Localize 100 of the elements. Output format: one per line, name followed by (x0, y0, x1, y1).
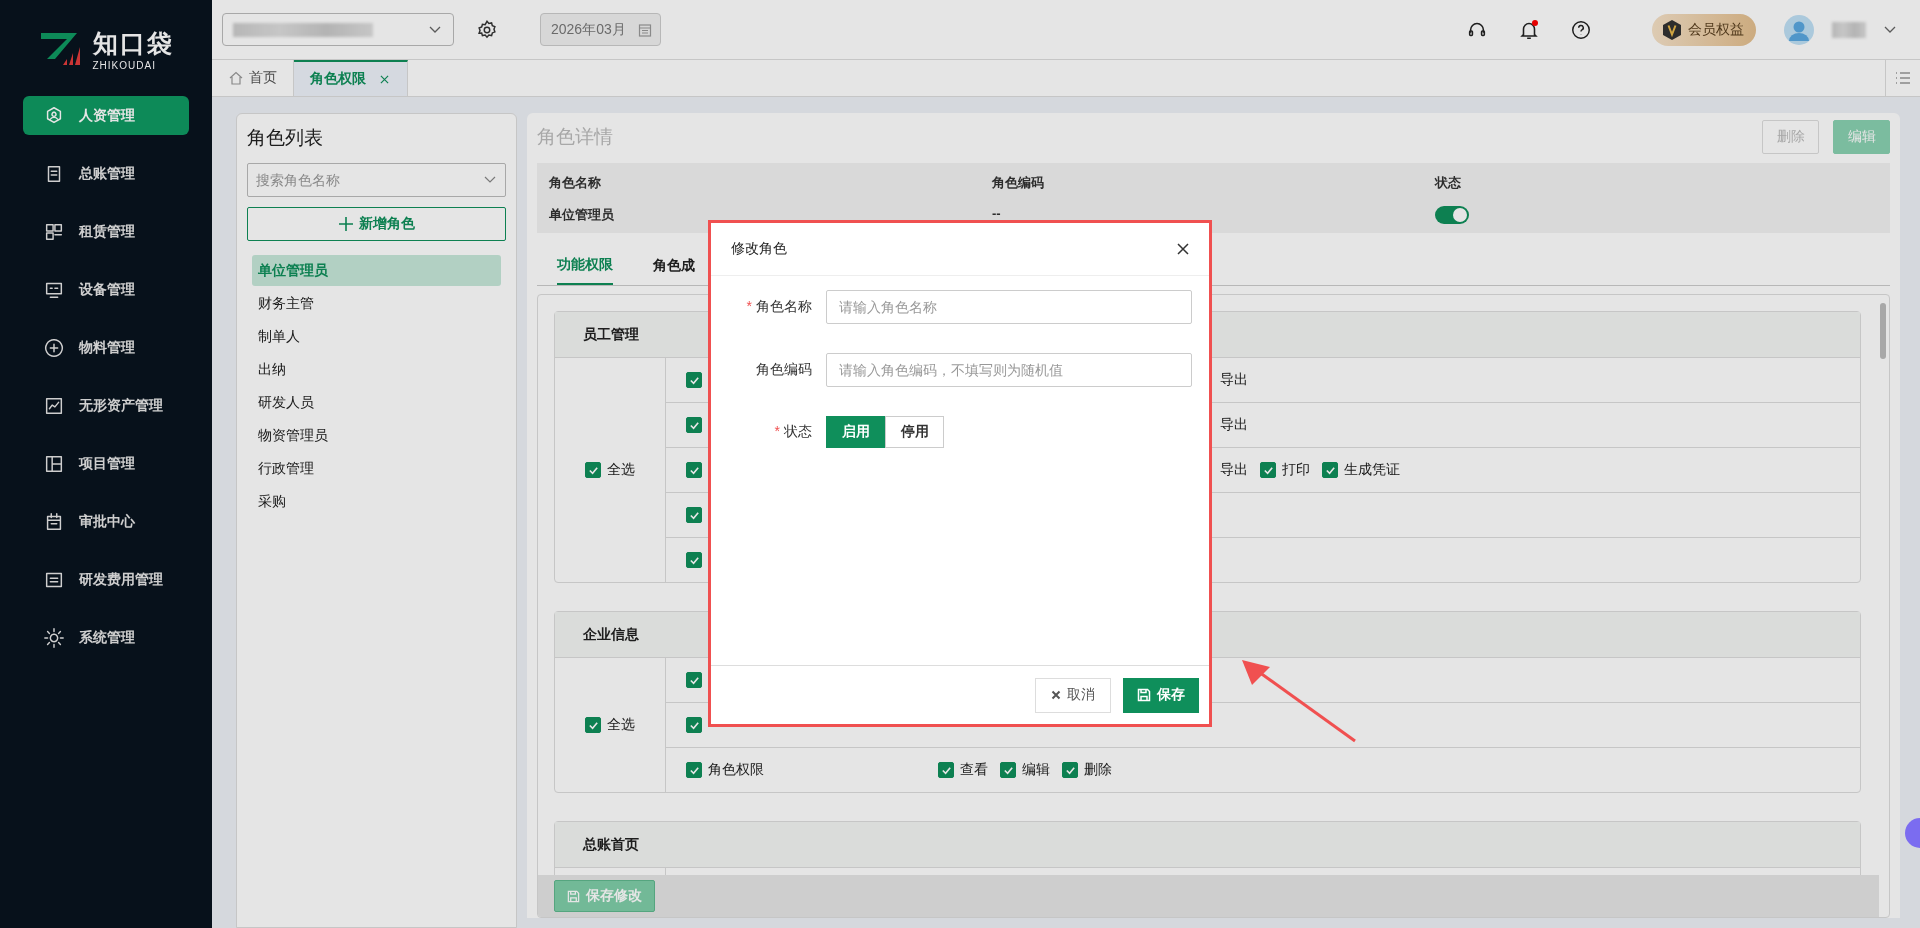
checkmark-icon (1064, 764, 1076, 776)
sidebar-item[interactable]: 总账管理 (23, 154, 189, 193)
bell-icon[interactable] (1518, 18, 1540, 41)
checkbox[interactable] (686, 507, 702, 523)
help-icon[interactable] (1570, 18, 1592, 41)
role-item[interactable]: 制单人 (252, 321, 501, 352)
permission-tab[interactable]: 角色成 (653, 247, 695, 285)
permission-label: 导出 (1220, 371, 1248, 389)
text-input[interactable]: 请输入角色编码，不填写则为随机值 (826, 353, 1192, 387)
permission-label: 删除 (1084, 761, 1112, 779)
checkmark-icon (688, 464, 700, 476)
scrollbar-thumb[interactable] (1880, 303, 1886, 359)
avatar-icon[interactable] (1784, 14, 1814, 45)
checkmark-icon (688, 674, 700, 686)
chevron-down-icon (484, 176, 496, 184)
checkmark-icon (940, 764, 952, 776)
sidebar-item[interactable]: 研发费用管理 (23, 560, 189, 599)
field-label: 状态 (784, 423, 812, 441)
field-label: 角色编码 (756, 361, 812, 379)
permission-label: 编辑 (1022, 761, 1050, 779)
v-badge-icon (1662, 18, 1682, 41)
role-item[interactable]: 物资管理员 (252, 420, 501, 451)
checkbox[interactable] (686, 672, 702, 688)
sidebar-item[interactable]: 项目管理 (23, 444, 189, 483)
permission-label: 导出 (1220, 461, 1248, 479)
month-field[interactable]: 2026年03月 (540, 13, 661, 46)
cancel-button[interactable]: 取消 (1035, 677, 1111, 713)
checkbox[interactable] (1322, 462, 1338, 478)
info-label: 角色编码 (992, 174, 1045, 192)
add-role-button[interactable]: 新增角色 (247, 207, 506, 241)
panel-title: 角色列表 (247, 126, 324, 150)
checkbox[interactable] (1000, 762, 1016, 778)
role-item[interactable]: 研发人员 (252, 387, 501, 418)
save-button[interactable]: 保存 (1123, 677, 1199, 713)
info-value: 单位管理员 (549, 206, 615, 224)
chevron-down-icon[interactable] (1884, 25, 1896, 34)
home-icon (228, 70, 244, 86)
checkmark-icon (688, 719, 700, 731)
checkmark-icon (1002, 764, 1014, 776)
permission-label: 角色权限 (708, 761, 764, 779)
checkbox[interactable] (1062, 762, 1078, 778)
checkbox[interactable] (686, 762, 702, 778)
close-icon (1051, 690, 1061, 700)
checkbox[interactable] (686, 552, 702, 568)
checkbox[interactable] (686, 372, 702, 388)
sidebar-item[interactable]: 人资管理 (23, 96, 189, 135)
required-mark: * (774, 423, 780, 441)
checkmark-icon (1324, 464, 1336, 476)
permission-label: 生成凭证 (1344, 461, 1400, 479)
role-item[interactable]: 财务主管 (252, 288, 501, 319)
sidebar-item[interactable]: 租赁管理 (23, 212, 189, 251)
status-toggle[interactable] (1435, 206, 1469, 224)
sidebar-item[interactable]: 无形资产管理 (23, 386, 189, 425)
info-value: -- (992, 206, 1002, 221)
checkbox[interactable] (686, 417, 702, 433)
checkbox[interactable] (938, 762, 954, 778)
plus-icon (338, 217, 353, 231)
permission-tab[interactable]: 功能权限 (557, 247, 613, 285)
list-icon (1895, 71, 1911, 85)
text-input[interactable]: 请输入角色名称 (826, 290, 1192, 324)
checkmark-icon (688, 554, 700, 566)
status-option[interactable]: 停用 (885, 416, 944, 448)
member-benefits-button[interactable]: 会员权益 (1652, 13, 1756, 46)
chevron-down-icon (429, 25, 441, 34)
select-all-checkbox[interactable]: 全选 (585, 716, 635, 734)
status-option[interactable]: 启用 (826, 416, 885, 448)
checkmark-icon (688, 764, 700, 776)
blurred-username (1832, 21, 1866, 38)
page-tab[interactable]: 角色权限 (294, 60, 408, 96)
checkbox[interactable] (686, 717, 702, 733)
logo-subtitle: ZHIKOUDAI (92, 60, 157, 71)
checkmark-icon (587, 464, 599, 476)
settings-icon (43, 626, 65, 649)
sidebar-item[interactable]: 审批中心 (23, 502, 189, 541)
checkmark-icon (688, 509, 700, 521)
settings-icon[interactable] (476, 18, 498, 41)
calendar-icon (638, 22, 652, 37)
logo-name: 知口袋 (92, 28, 174, 59)
role-search-field[interactable]: 搜索角色名称 (247, 163, 506, 197)
dialog-title: 修改角色 (731, 240, 787, 258)
info-label: 状态 (1435, 174, 1462, 192)
role-item[interactable]: 采购 (252, 486, 501, 517)
panel-title: 角色详情 (537, 125, 613, 149)
select-all-checkbox[interactable]: 全选 (585, 461, 635, 479)
checkbox[interactable] (1260, 462, 1276, 478)
checkbox[interactable] (686, 462, 702, 478)
permission-label: 导出 (1220, 416, 1248, 434)
role-item[interactable]: 出纳 (252, 354, 501, 385)
info-label: 角色名称 (549, 174, 602, 192)
sidebar-item[interactable]: 系统管理 (23, 618, 189, 657)
checkmark-icon (688, 419, 700, 431)
permission-label: 打印 (1282, 461, 1310, 479)
role-item[interactable]: 行政管理 (252, 453, 501, 484)
group-title: 总账首页 (555, 822, 1860, 868)
close-icon[interactable] (1177, 243, 1189, 255)
sidebar-item[interactable]: 物料管理 (23, 328, 189, 367)
sidebar-item[interactable]: 设备管理 (23, 270, 189, 309)
checkmark-icon (688, 374, 700, 386)
permission-label: 查看 (960, 761, 988, 779)
checkmark-icon (1262, 464, 1274, 476)
